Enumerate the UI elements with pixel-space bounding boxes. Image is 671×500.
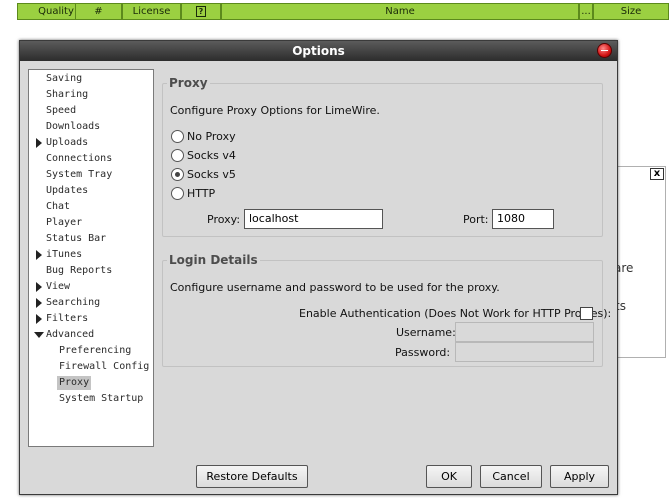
radio-socks-v5[interactable] <box>171 168 184 181</box>
column-label: ... <box>581 6 591 17</box>
radio-label-no-proxy: No Proxy <box>187 130 236 143</box>
column-label: Name <box>385 6 415 17</box>
tree-item-sharing[interactable]: Sharing <box>46 88 88 102</box>
tree-item-saving[interactable]: Saving <box>46 72 82 86</box>
tree-item-view[interactable]: View <box>46 280 70 294</box>
expand-arrow-icon[interactable] <box>36 250 42 260</box>
column-label: Quality <box>38 6 74 17</box>
tree-item-speed[interactable]: Speed <box>46 104 76 118</box>
tree-item-player[interactable]: Player <box>46 216 82 230</box>
proxy-group: Proxy Configure Proxy Options for LimeWi… <box>162 76 603 237</box>
proxy-host-label: Proxy: <box>207 213 241 226</box>
tree-item-preferencing[interactable]: Preferencing <box>59 344 131 358</box>
column-label: Size <box>620 6 642 17</box>
radio-label-socks-v4: Socks v4 <box>187 149 236 162</box>
tree-item-bug-reports[interactable]: Bug Reports <box>46 264 112 278</box>
expand-arrow-icon[interactable] <box>36 282 42 292</box>
cancel-button[interactable]: Cancel <box>480 465 542 488</box>
column-info[interactable]: ? <box>181 3 221 20</box>
column-number[interactable]: # <box>75 3 122 20</box>
column-more[interactable]: ... <box>579 3 593 20</box>
proxy-port-input[interactable]: 1080 <box>492 209 554 229</box>
tree-item-itunes[interactable]: iTunes <box>46 248 82 262</box>
tree-item-proxy[interactable]: Proxy <box>57 376 92 390</box>
tree-item-advanced[interactable]: Advanced <box>46 328 94 342</box>
auth-checkbox[interactable] <box>580 307 593 320</box>
expand-arrow-icon[interactable] <box>36 138 42 148</box>
password-input[interactable] <box>455 342 594 362</box>
background-panel: x are ts <box>614 166 666 358</box>
tree-item-downloads[interactable]: Downloads <box>46 120 100 134</box>
restore-defaults-button[interactable]: Restore Defaults <box>196 465 308 488</box>
tree-item-system-tray[interactable]: System Tray <box>46 168 112 182</box>
expand-arrow-icon[interactable] <box>36 298 42 308</box>
tree-item-updates[interactable]: Updates <box>46 184 88 198</box>
proxy-port-label: Port: <box>463 213 489 226</box>
column-name[interactable]: Name <box>221 3 579 20</box>
tree-item-filters[interactable]: Filters <box>46 312 88 326</box>
tree-item-status-bar[interactable]: Status Bar <box>46 232 106 246</box>
options-dialog: Options Saving Sharing Speed Downloads U… <box>19 40 618 495</box>
dialog-titlebar[interactable]: Options <box>20 41 617 61</box>
radio-no-proxy[interactable] <box>171 130 184 143</box>
column-license[interactable]: License <box>122 3 181 20</box>
username-input[interactable] <box>455 322 594 342</box>
search-results-header: Quality # License ? Name ... Size <box>0 0 671 22</box>
tree-item-searching[interactable]: Searching <box>46 296 100 310</box>
radio-label-socks-v5: Socks v5 <box>187 168 236 181</box>
radio-socks-v4[interactable] <box>171 149 184 162</box>
column-label: License <box>132 6 171 17</box>
login-description: Configure username and password to be us… <box>170 281 500 294</box>
apply-button[interactable]: Apply <box>550 465 609 488</box>
proxy-host-input[interactable]: localhost <box>244 209 383 229</box>
login-group-title: Login Details <box>167 253 260 267</box>
column-size[interactable]: Size <box>593 3 669 20</box>
login-group: Login Details Configure username and pas… <box>162 253 611 367</box>
proxy-group-title: Proxy <box>167 76 210 90</box>
auth-label: Enable Authentication (Does Not Work for… <box>299 307 612 320</box>
close-button[interactable] <box>597 43 612 58</box>
password-label: Password: <box>395 346 451 359</box>
tree-item-chat[interactable]: Chat <box>46 200 70 214</box>
ok-button[interactable]: OK <box>426 465 472 488</box>
options-tree: Saving Sharing Speed Downloads Uploads C… <box>28 69 154 447</box>
radio-http[interactable] <box>171 187 184 200</box>
tree-item-uploads[interactable]: Uploads <box>46 136 88 150</box>
info-icon: ? <box>196 5 206 17</box>
tree-item-system-startup[interactable]: System Startup <box>59 392 143 406</box>
dialog-title: Options <box>292 44 345 58</box>
collapse-arrow-icon[interactable] <box>34 332 44 338</box>
radio-label-http: HTTP <box>187 187 216 200</box>
column-label: # <box>94 6 103 17</box>
username-label: Username: <box>396 326 456 339</box>
proxy-description: Configure Proxy Options for LimeWire. <box>170 104 380 117</box>
tree-item-connections[interactable]: Connections <box>46 152 112 166</box>
expand-arrow-icon[interactable] <box>36 314 42 324</box>
tree-item-firewall-config[interactable]: Firewall Config <box>59 360 149 374</box>
close-icon[interactable]: x <box>650 168 664 180</box>
